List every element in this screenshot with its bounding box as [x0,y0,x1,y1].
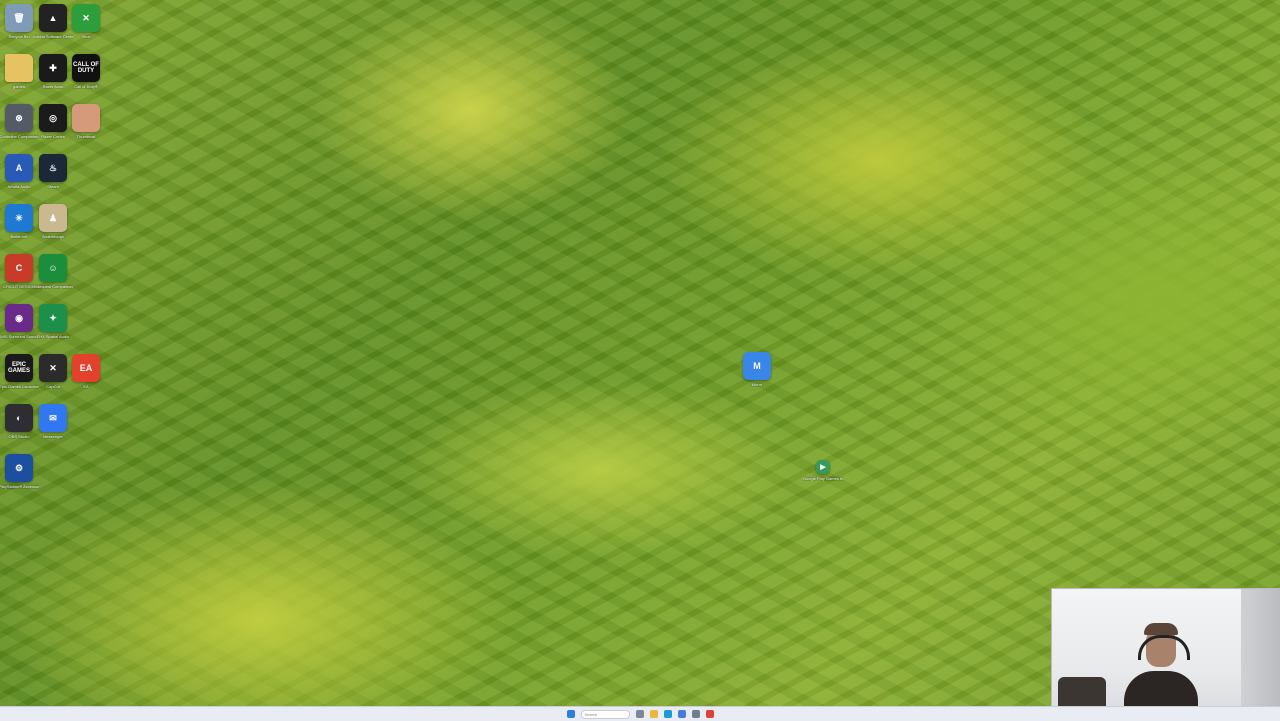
desktop-icon-label: THX Spatial Audio [36,334,70,339]
store-icon[interactable] [677,710,686,718]
figure-app-shortcut[interactable]: ♟ Walkthrough [36,204,70,252]
webcam-person-cap [1144,623,1178,635]
ea-icon: EA [72,354,100,382]
capcut-icon: ✕ [39,354,67,382]
obs-icon: ◐ [5,404,33,432]
desktop-icon-label: EA [83,384,89,389]
taskbar-search-box[interactable]: Search [580,709,630,719]
recycle-bin-shortcut[interactable]: 🗑 Recycle Bin [2,4,36,52]
epic-games-icon: EPIC GAMES [5,354,33,382]
mirror-app-icon: M [743,352,771,380]
call-of-duty-shortcut[interactable]: CALL OF DUTY Call of Duty® [69,54,103,102]
thx-shortcut[interactable]: ✦ THX Spatial Audio [36,304,70,352]
xbox-icon: ✕ [72,4,100,32]
start-icon[interactable] [566,710,575,718]
headphones-icon [1138,635,1190,660]
edge-icon[interactable] [663,710,672,718]
cricut-icon: C [5,254,33,282]
arturia-app-icon: A [5,154,33,182]
arturia-shortcut[interactable]: ▲ Arturia Software Center [33,4,73,52]
messenger-icon: ✉ [39,404,67,432]
thx-icon: ✦ [39,304,67,332]
desktop-icon-label: Call of Duty® [74,84,98,89]
razer-cortex-icon: ◎ [39,104,67,132]
desktop-icon-label: Mirror [751,382,763,387]
epic-games-shortcut[interactable]: EPIC GAMES Epic Games Launcher [0,354,39,402]
folder-icon [5,54,33,82]
settings-icon[interactable] [691,710,700,718]
recycle-bin-icon: 🗑 [5,4,33,32]
folder-shortcut[interactable]: games [2,54,36,102]
battlenet-shortcut[interactable]: ✳ Battle.net [2,204,36,252]
desktop-icon-label: Steam [47,184,59,189]
google-play-shortcut[interactable]: ▶ Google Play Games beta [803,460,843,508]
arturia-icon: ▲ [39,4,67,32]
mirror-app-shortcut[interactable]: M Mirror [740,352,774,400]
desktop-icon-label: Xbox [81,34,91,39]
messenger-shortcut[interactable]: ✉ Messenger [36,404,70,452]
battlenet-icon: ✳ [5,204,33,232]
nahimic-shortcut[interactable]: ◉ MSI Surround Sound [0,304,38,352]
capcut-shortcut[interactable]: ✕ CapCut [36,354,70,402]
nahimic-icon: ◉ [5,304,33,332]
desktop-icon-label: PlayStation® Accessories [0,484,39,489]
chrome-icon[interactable] [705,710,714,718]
desktop-icon-label: Messenger [43,434,63,439]
figure-app-icon: ♟ [39,204,67,232]
file-explorer-icon[interactable] [649,710,658,718]
steam-icon: ♨ [39,154,67,182]
controller-companion-shortcut[interactable]: ⊗ Controller Companion [0,104,38,152]
desktop-icon-label: Thumbnail [76,134,96,139]
webcam-curtain [1241,589,1280,721]
taskbar-items: Search [564,709,717,719]
cricut-shortcut[interactable]: C CRICUT DESIGN [2,254,36,302]
arturia-app-shortcut[interactable]: A Arturia Audio [2,154,36,202]
task-view-icon[interactable] [635,710,644,718]
playstation-icon: ⚙ [5,454,33,482]
razer-cortex-shortcut[interactable]: ◎ Razer Cortex [36,104,70,152]
game-thumbnail-shortcut[interactable]: Thumbnail [69,104,103,152]
steam-shortcut[interactable]: ♨ Steam [36,154,70,202]
smile-app-icon: ☺ [39,254,67,282]
webcam-overlay [1051,588,1280,721]
desktop-icon-label: Walkthrough [41,234,65,239]
google-play-icon: ▶ [816,460,830,474]
smile-app-shortcut[interactable]: ☺ Sidequest Companion [33,254,73,302]
ea-shortcut[interactable]: EA EA [69,354,103,402]
razer-shortcut[interactable]: ✚ Razer Axon [36,54,70,102]
call-of-duty-icon: CALL OF DUTY [72,54,100,82]
taskbar: Search [0,706,1280,721]
obs-shortcut[interactable]: ◐ OBS Studio [2,404,36,452]
playstation-shortcut[interactable]: ⚙ PlayStation® Accessories [0,454,39,502]
game-thumbnail-icon [72,104,100,132]
desktop-icon-label: Google Play Games beta [803,476,843,481]
controller-companion-icon: ⊗ [5,104,33,132]
razer-icon: ✚ [39,54,67,82]
xbox-shortcut[interactable]: ✕ Xbox [69,4,103,52]
desktop-icon-label: Sidequest Companion [33,284,73,289]
